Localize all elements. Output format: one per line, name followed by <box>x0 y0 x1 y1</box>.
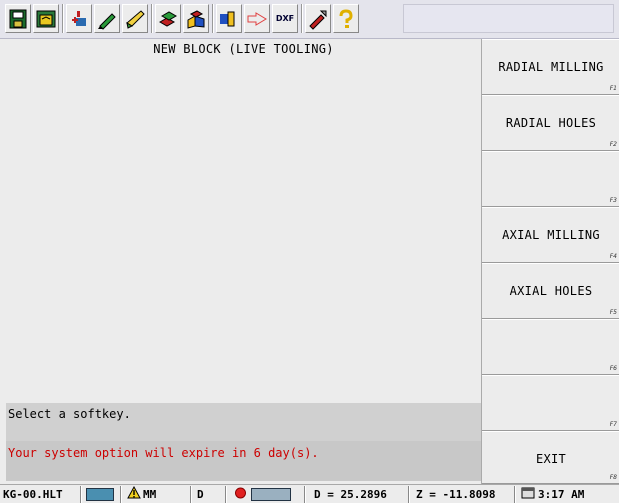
toolbar-spacer <box>403 4 614 33</box>
axis-setup-icon[interactable] <box>66 4 92 33</box>
function-key-label: F7 <box>609 421 617 428</box>
status-time: 3:17 AM <box>538 488 585 501</box>
softkey-label: RADIAL HOLES <box>505 116 597 130</box>
record-indicator-icon <box>234 486 247 503</box>
calculator-icon[interactable] <box>86 488 114 501</box>
wire-outline-icon[interactable] <box>244 4 270 33</box>
softkey-f7-empty[interactable]: F7 <box>482 375 619 431</box>
z-axis-readout: Z = -11.8098 <box>416 488 496 501</box>
softkey-f6-empty[interactable]: F6 <box>482 319 619 375</box>
part-profile-icon[interactable] <box>216 4 242 33</box>
softkey-radial-milling[interactable]: RADIAL MILLING F1 <box>482 39 619 95</box>
main-panel: NEW BLOCK (LIVE TOOLING) Select a softke… <box>6 39 481 481</box>
status-divider <box>190 486 192 503</box>
softkey-label: AXIAL HOLES <box>509 284 593 298</box>
solid-blocks-icon[interactable] <box>155 4 181 33</box>
shapes-3d-icon[interactable] <box>183 4 209 33</box>
function-key-label: F5 <box>609 309 617 316</box>
status-mode: D <box>197 488 204 501</box>
softkey-radial-holes[interactable]: RADIAL HOLES F2 <box>482 95 619 151</box>
softkey-label: AXIAL MILLING <box>502 228 600 242</box>
function-key-label: F6 <box>609 365 617 372</box>
tools-wrench-icon[interactable] <box>305 4 331 33</box>
status-filename: KG-00.HLT <box>3 488 63 501</box>
function-key-label: F4 <box>609 253 617 260</box>
warning-message: Your system option will expire in 6 day(… <box>6 441 481 481</box>
function-key-label: F1 <box>609 85 617 92</box>
help-question-icon[interactable] <box>333 4 359 33</box>
softkey-label: EXIT <box>535 452 567 466</box>
status-divider <box>408 486 410 503</box>
toolbar: DXF <box>0 0 619 39</box>
softkey-f3-empty[interactable]: F3 <box>482 151 619 207</box>
status-divider <box>514 486 516 503</box>
clock-icon <box>521 486 535 503</box>
page-title: NEW BLOCK (LIVE TOOLING) <box>153 42 334 56</box>
softkey-axial-holes[interactable]: AXIAL HOLES F5 <box>482 263 619 319</box>
status-units: MM <box>143 488 157 501</box>
status-divider <box>80 486 82 503</box>
toolbar-separator <box>212 4 214 33</box>
softkey-label: RADIAL MILLING <box>498 60 604 74</box>
edit-pencil-icon[interactable] <box>94 4 120 33</box>
prompt-message: Select a softkey. <box>6 403 481 441</box>
function-key-label: F3 <box>609 197 617 204</box>
keyboard-icon[interactable] <box>251 488 291 501</box>
dxf-import-icon[interactable]: DXF <box>272 4 298 33</box>
file-save-icon[interactable] <box>5 4 31 33</box>
status-bar: KG-00.HLT MM D D = 25.2896 Z = -11.8098 … <box>0 484 619 503</box>
toolbar-separator <box>62 4 64 33</box>
toolbar-separator <box>301 4 303 33</box>
toolbar-separator <box>151 4 153 33</box>
status-divider <box>304 486 306 503</box>
status-divider <box>225 486 227 503</box>
paint-brush-icon[interactable] <box>122 4 148 33</box>
function-key-label: F2 <box>609 141 617 148</box>
d-axis-readout: D = 25.2896 <box>314 488 387 501</box>
function-key-label: F8 <box>609 474 617 481</box>
open-folder-icon[interactable] <box>33 4 59 33</box>
softkey-panel: RADIAL MILLING F1 RADIAL HOLES F2 F3 AXI… <box>481 39 619 486</box>
softkey-exit[interactable]: EXIT F8 <box>482 431 619 484</box>
status-divider <box>120 486 122 503</box>
softkey-axial-milling[interactable]: AXIAL MILLING F4 <box>482 207 619 263</box>
warning-triangle-icon <box>127 485 141 503</box>
